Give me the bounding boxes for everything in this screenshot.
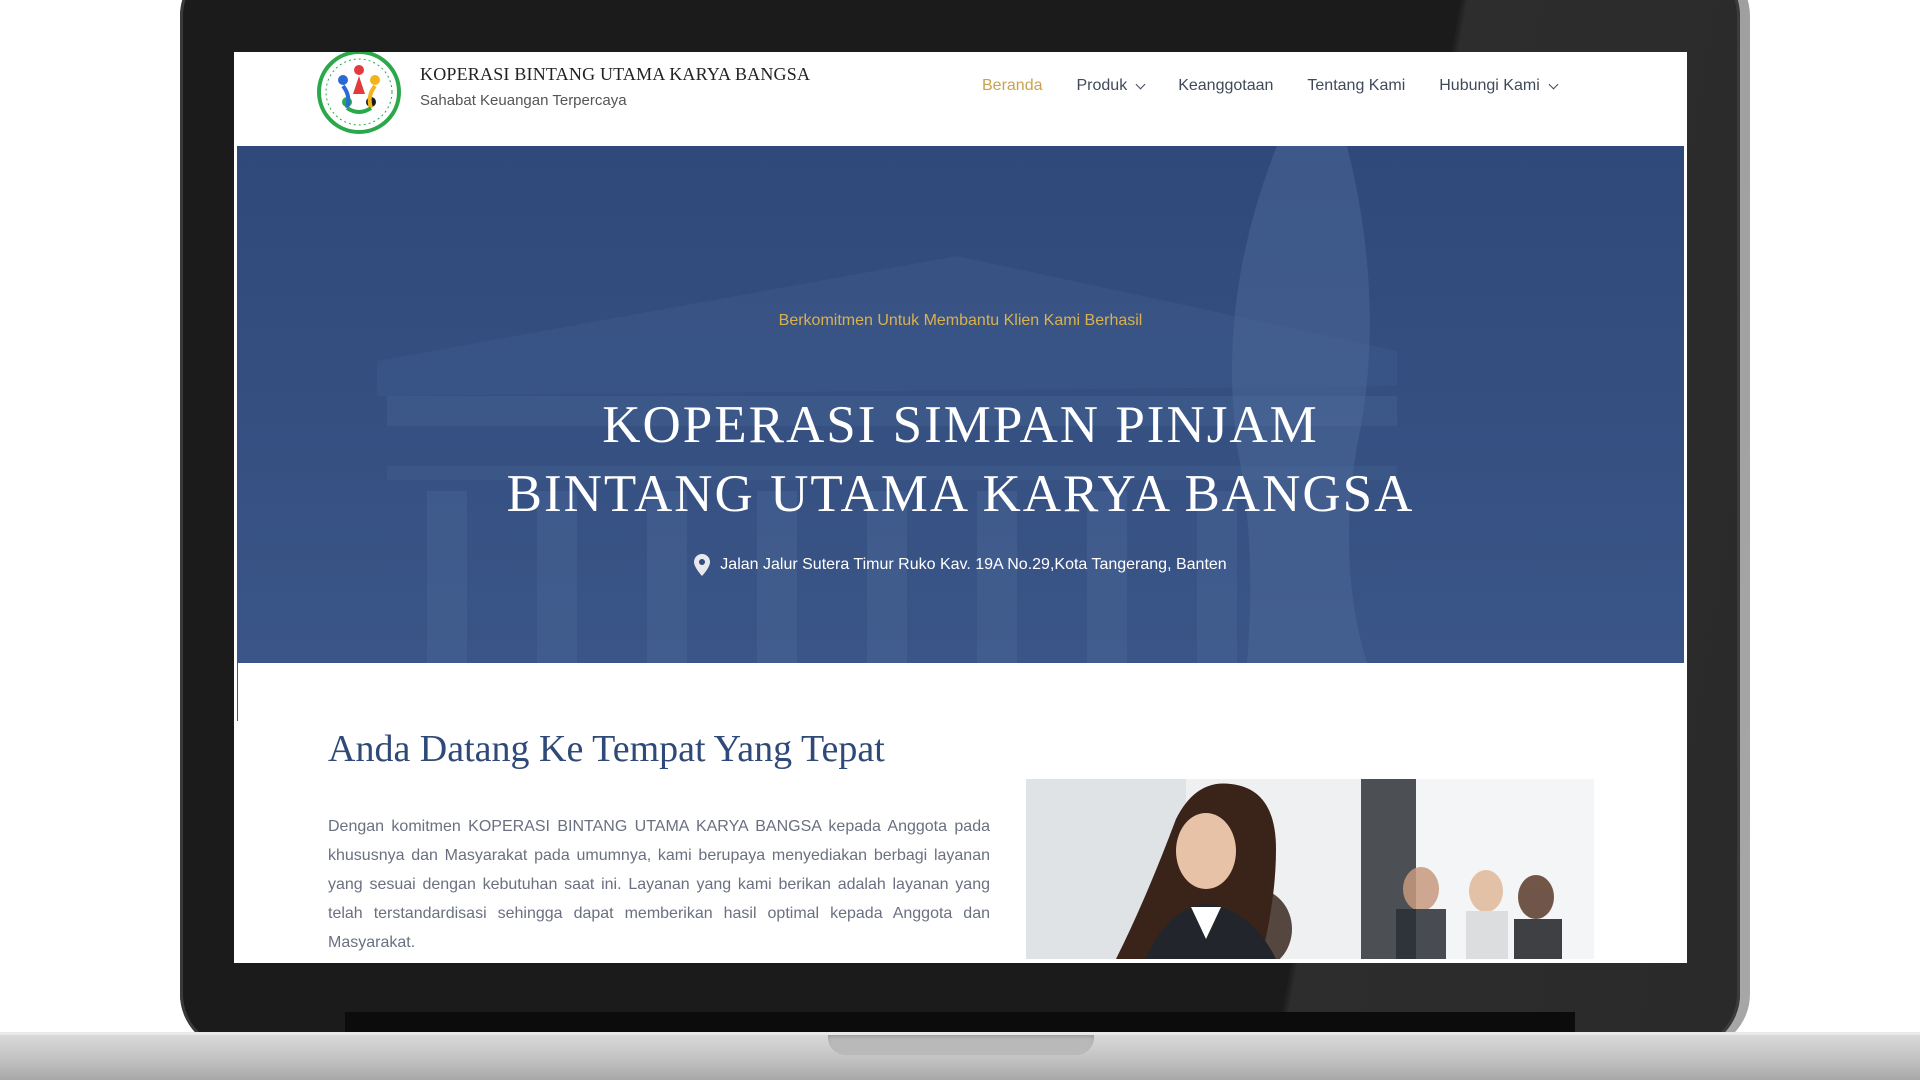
- site-header: KOPERASI BINTANG UTAMA KARYA BANGSA Saha…: [234, 52, 1687, 146]
- main-nav: Beranda Produk Keanggotaan Tentang Kami …: [982, 77, 1591, 95]
- intro-paragraph: Dengan komitmen KOPERASI BINTANG UTAMA K…: [328, 818, 990, 951]
- nav-item-beranda[interactable]: Beranda: [982, 77, 1043, 95]
- brand-name[interactable]: KOPERASI BINTANG UTAMA KARYA BANGSA: [420, 64, 810, 85]
- laptop-notch: [828, 1035, 1094, 1055]
- hero-title: KOPERASI SIMPAN PINJAM BINTANG UTAMA KAR…: [237, 391, 1684, 529]
- nav-item-tentang-kami[interactable]: Tentang Kami: [1307, 77, 1405, 95]
- address-text: Jalan Jalur Sutera Timur Ruko Kav. 19A N…: [720, 556, 1227, 574]
- map-pin-icon: [694, 554, 711, 576]
- hero-address: Jalan Jalur Sutera Timur Ruko Kav. 19A N…: [237, 554, 1684, 576]
- laptop-hinge: [345, 1012, 1575, 1032]
- hero-title-line-2: BINTANG UTAMA KARYA BANGSA: [506, 465, 1415, 523]
- chevron-down-icon: [1548, 79, 1559, 89]
- nav-item-keanggotaan[interactable]: Keanggotaan: [1178, 77, 1273, 95]
- intro-heading: Anda Datang Ke Tempat Yang Tepat: [328, 728, 885, 770]
- nav-label: Keanggotaan: [1178, 77, 1274, 94]
- nav-label: Tentang Kami: [1307, 77, 1406, 94]
- hero-title-line-1: KOPERASI SIMPAN PINJAM: [602, 396, 1319, 454]
- nav-item-produk[interactable]: Produk: [1076, 77, 1146, 95]
- koperasi-logo[interactable]: [317, 52, 401, 134]
- chevron-down-icon: [1135, 79, 1146, 89]
- nav-label: Beranda: [982, 77, 1043, 94]
- nav-label: Hubungi Kami: [1439, 77, 1540, 94]
- business-team-photo: [1026, 779, 1594, 959]
- hero-subtitle: Berkomitmen Untuk Membantu Klien Kami Be…: [778, 312, 1143, 329]
- hero-banner: Berkomitmen Untuk Membantu Klien Kami Be…: [237, 146, 1684, 663]
- divider: [237, 663, 238, 721]
- brand-tagline: Sahabat Keuangan Terpercaya: [420, 92, 627, 109]
- nav-label: Produk: [1076, 77, 1128, 94]
- website-screen: KOPERASI BINTANG UTAMA KARYA BANGSA Saha…: [234, 52, 1687, 963]
- nav-item-hubungi-kami[interactable]: Hubungi Kami: [1439, 77, 1559, 95]
